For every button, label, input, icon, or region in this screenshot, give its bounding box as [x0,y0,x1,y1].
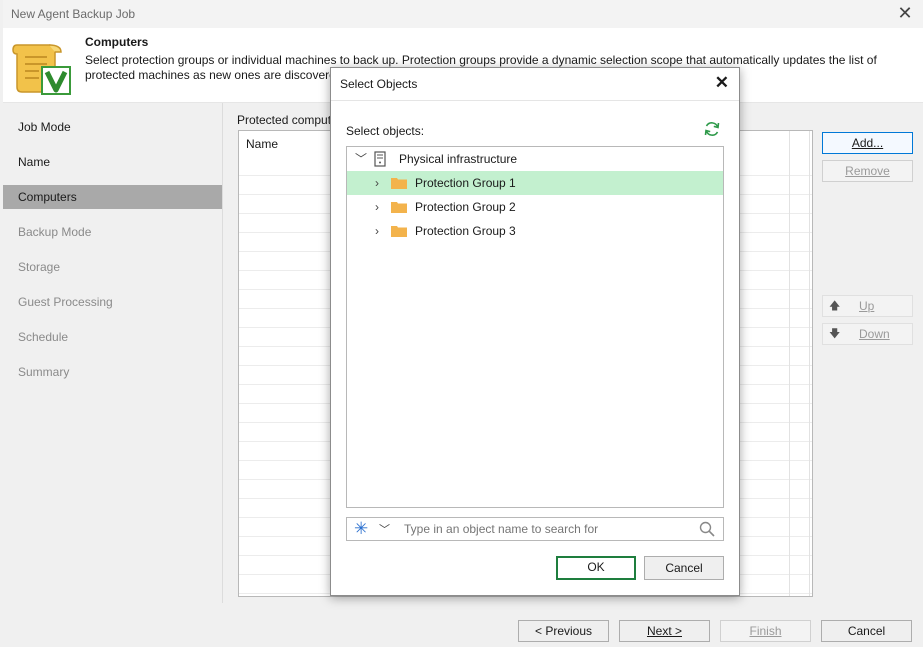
object-search-input[interactable] [404,520,684,538]
wizard-footer: < Previous Next > Finish Cancel [3,603,923,647]
next-button-label: Next > [646,624,682,638]
chevron-down-icon[interactable]: ﹀ [354,147,368,171]
column-divider [789,131,790,596]
tree-node-label: Protection Group 3 [415,224,516,238]
chevron-right-icon[interactable]: › [370,171,384,195]
tree-node-physical-infrastructure[interactable]: ﹀ Physical infrastructure [347,147,723,171]
veeam-scroll-logo-icon [12,44,71,95]
move-up-label: Up [859,299,875,313]
cancel-button[interactable]: Cancel [821,620,912,642]
folder-icon [391,226,407,237]
remove-button-label: Remove [845,164,890,178]
next-button[interactable]: Next > [619,620,710,642]
select-objects-dialog: Select Objects ✕ Select objects: ﹀ Physi… [330,67,740,596]
title-bar: New Agent Backup Job ✕ [3,0,923,28]
add-button[interactable]: Add... [822,132,913,154]
sidebar-item-schedule: Schedule [18,330,69,344]
sidebar-item-name[interactable]: Name [3,150,222,174]
tree-node-protection-group-3[interactable]: › Protection Group 3 [347,219,723,243]
sidebar-item-storage: Storage [18,260,61,274]
arrow-down-icon: 🡇 [829,328,841,340]
move-down-label: Down [859,327,890,341]
server-icon [374,151,386,167]
dialog-cancel-label: Cancel [665,561,703,575]
finish-button[interactable]: Finish [720,620,811,642]
move-down-button[interactable]: 🡇 Down [822,323,913,345]
finish-button-label: Finish [749,624,782,638]
add-button-label: Add... [851,136,884,150]
window-title: New Agent Backup Job [11,7,136,21]
chevron-right-icon[interactable]: › [370,195,384,219]
page-title: Computers [85,35,149,49]
dialog-title: Select Objects [340,77,418,91]
object-type-filter-icon[interactable]: ✳ [354,520,368,538]
select-objects-label: Select objects: [346,124,425,138]
sidebar-item-computers[interactable]: Computers [3,185,222,209]
objects-tree[interactable]: ﹀ Physical infrastructure › Protection G… [346,146,724,508]
ok-button-label: OK [587,560,605,574]
tree-node-protection-group-1[interactable]: › Protection Group 1 [347,171,723,195]
dialog-close-icon[interactable]: ✕ [715,73,729,93]
tree-node-protection-group-2[interactable]: › Protection Group 2 [347,195,723,219]
chevron-down-icon[interactable]: ﹀ [379,521,390,537]
previous-button-label: < Previous [534,624,593,638]
folder-icon [391,178,407,189]
refresh-icon[interactable] [703,120,721,138]
tree-node-label: Protection Group 2 [415,200,516,214]
previous-button[interactable]: < Previous [518,620,609,642]
sidebar-item-summary: Summary [18,365,70,379]
remove-button[interactable]: Remove [822,160,913,182]
tree-node-label: Protection Group 1 [415,176,516,190]
ok-button[interactable]: OK [556,556,636,580]
column-header-name[interactable]: Name [246,137,278,151]
search-icon[interactable] [699,521,715,537]
dialog-title-bar: Select Objects ✕ [331,68,739,101]
sidebar-item-backup-mode: Backup Mode [18,225,92,239]
sidebar-item-guest-processing: Guest Processing [18,295,113,309]
folder-icon [391,202,407,213]
window-close-icon[interactable]: ✕ [895,3,915,24]
move-up-button[interactable]: 🡅 Up [822,295,913,317]
sidebar-item-job-mode[interactable]: Job Mode [3,115,222,139]
tree-node-label: Physical infrastructure [399,152,518,166]
chevron-right-icon[interactable]: › [370,219,384,243]
cancel-button-label: Cancel [847,624,886,638]
object-search-box: ✳ ﹀ [346,517,724,541]
column-divider [809,131,810,596]
arrow-up-icon: 🡅 [829,300,841,312]
dialog-cancel-button[interactable]: Cancel [644,556,724,580]
wizard-steps-sidebar: Job Mode Name Computers Backup Mode Stor… [3,103,223,603]
